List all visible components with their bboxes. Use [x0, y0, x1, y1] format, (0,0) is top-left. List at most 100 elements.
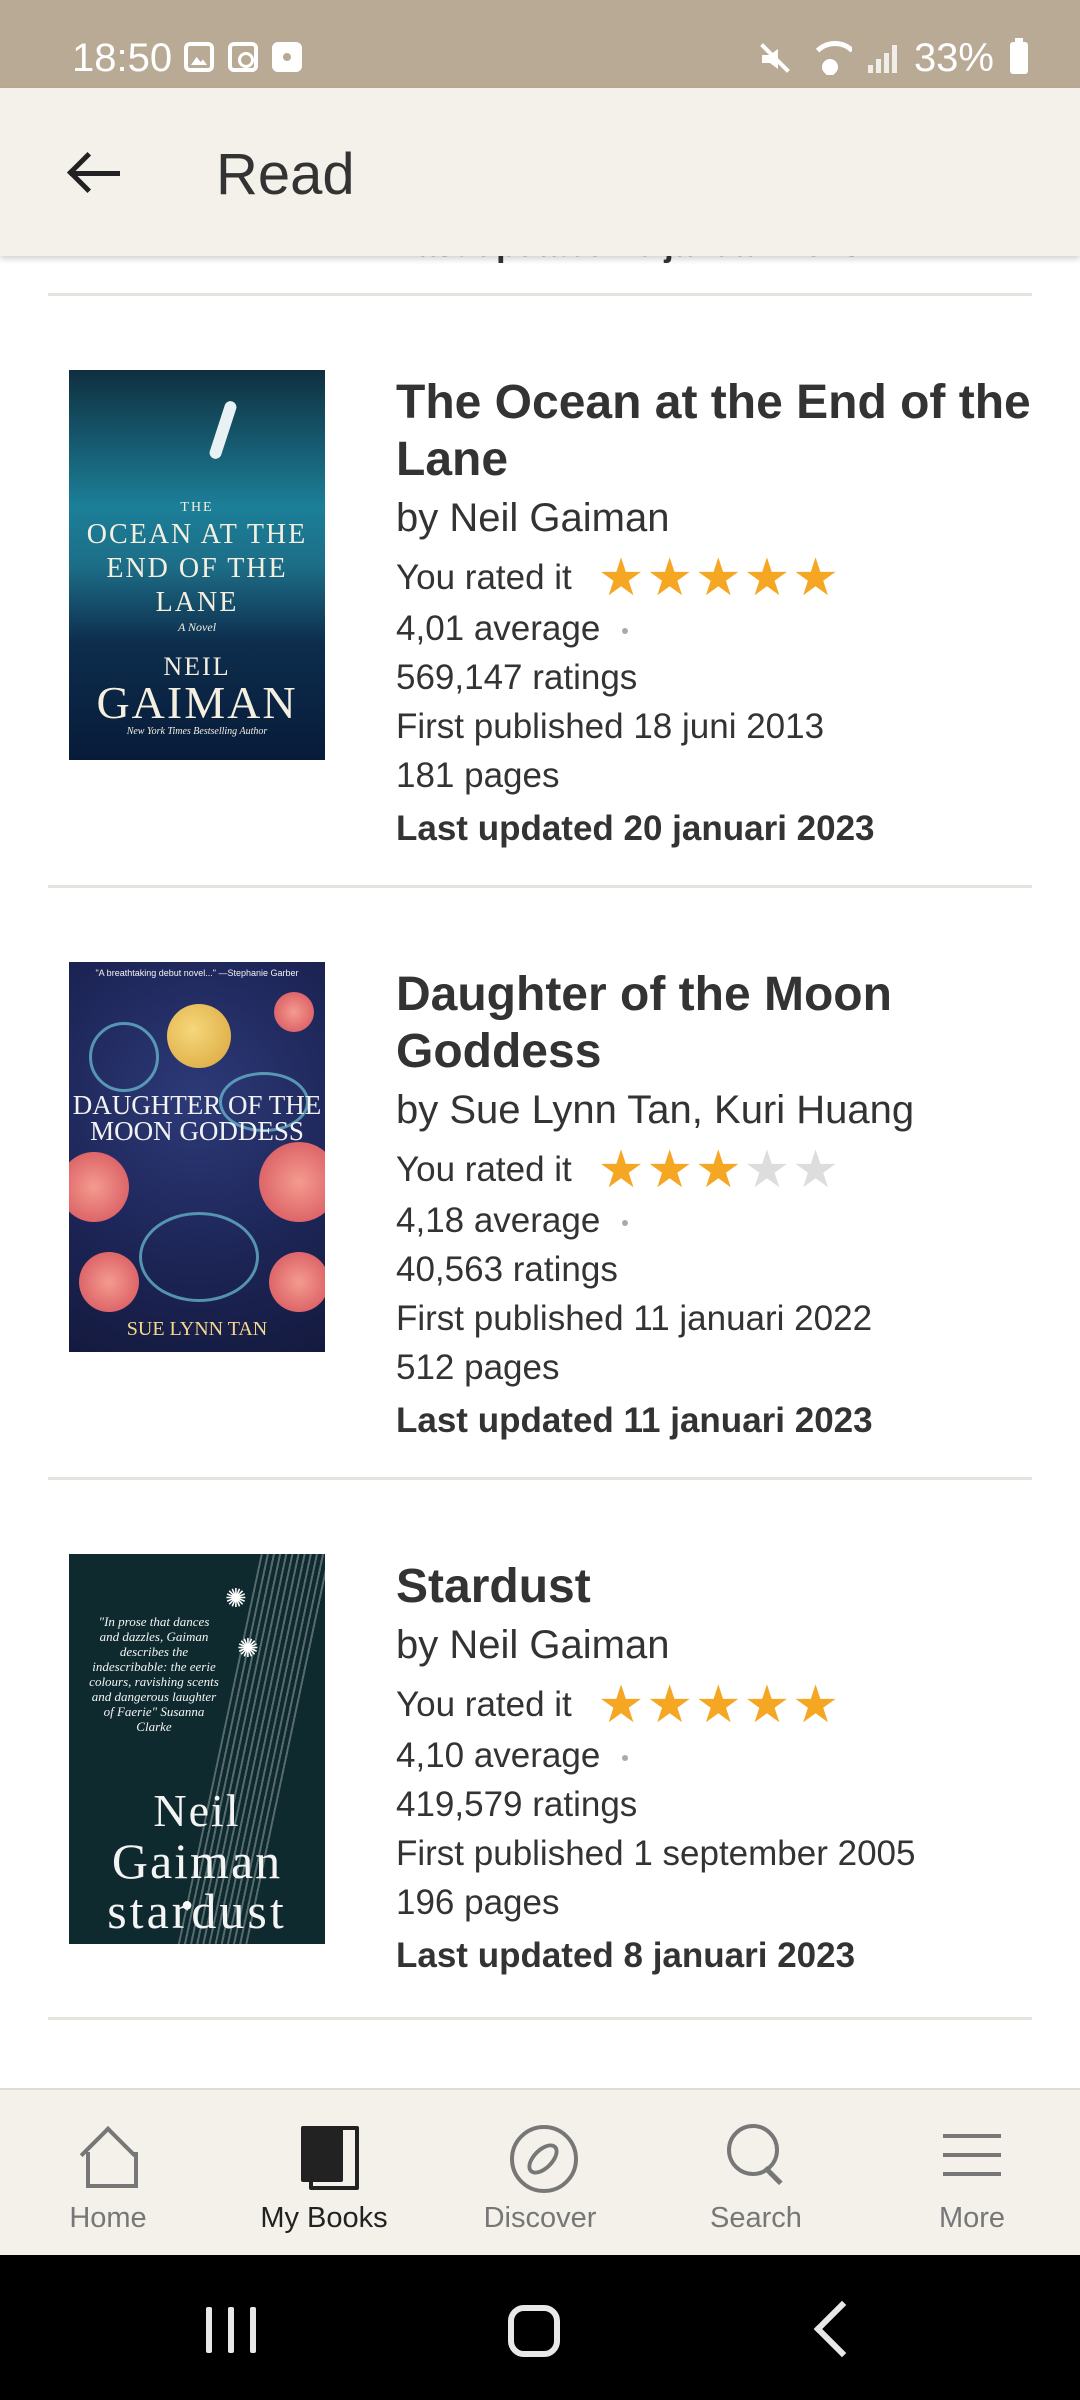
- book-row[interactable]: THE OCEAN AT THE END OF THE LANE A Novel…: [0, 370, 1080, 850]
- cover-text: New York Times Bestselling Author: [126, 726, 268, 737]
- battery-percent: 33%: [913, 36, 994, 80]
- book-row[interactable]: "A breathtaking debut novel..." —Stephan…: [0, 962, 1080, 1442]
- nav-label: Home: [69, 2202, 147, 2234]
- average-text: 4,18 average: [396, 1201, 601, 1240]
- average-text: 4,01 average: [396, 609, 601, 648]
- user-rating: You rated it ★ ★ ★ ★ ★: [396, 1144, 1036, 1196]
- home-icon: [75, 2122, 141, 2188]
- mute-icon: [758, 41, 792, 75]
- divider: [48, 293, 1032, 296]
- star-filled-icon[interactable]: ★: [744, 1679, 791, 1731]
- book-cover[interactable]: "A breathtaking debut novel..." —Stephan…: [69, 962, 325, 1352]
- star-rating[interactable]: ★ ★ ★ ★ ★: [598, 552, 839, 604]
- book-cover[interactable]: ✺ ✺ ● "In prose that dances and dazzles,…: [69, 1554, 325, 1944]
- system-navigation-bar: [0, 2255, 1080, 2400]
- battery-icon: [1010, 38, 1028, 74]
- instagram-icon: [228, 42, 258, 72]
- cover-moon: [167, 1004, 231, 1068]
- book-title[interactable]: The Ocean at the End of the Lane: [396, 374, 1036, 488]
- user-rating: You rated it ★ ★ ★ ★ ★: [396, 552, 1036, 604]
- book-author[interactable]: by Neil Gaiman: [396, 1621, 1036, 1669]
- rated-label: You rated it: [396, 558, 572, 597]
- book-row[interactable]: ✺ ✺ ● "In prose that dances and dazzles,…: [0, 1554, 1080, 2034]
- system-back-button[interactable]: [813, 2300, 871, 2358]
- ratings-count: 569,147 ratings: [396, 658, 638, 697]
- book-title[interactable]: Stardust: [396, 1558, 1036, 1615]
- cover-flower: [79, 1252, 139, 1312]
- cover-decoration: [89, 1022, 159, 1092]
- cover-flower: [69, 1152, 129, 1222]
- divider: [48, 2017, 1032, 2020]
- book-author[interactable]: by Sue Lynn Tan, Kuri Huang: [396, 1086, 1036, 1134]
- previous-item-last-updated: Last updated 29 januari 2023: [396, 256, 861, 265]
- book-info: Daughter of the Moon Goddess by Sue Lynn…: [396, 966, 1036, 1445]
- page-count: 181 pages: [396, 756, 560, 795]
- separator-dot: [622, 627, 629, 634]
- page-count: 512 pages: [396, 1348, 560, 1387]
- star-filled-icon[interactable]: ★: [695, 1144, 742, 1196]
- cover-text: A Novel: [177, 620, 217, 634]
- book-list[interactable]: Last updated 29 januari 2023 THE OCEAN A…: [0, 256, 1080, 2088]
- nav-my-books[interactable]: My Books: [216, 2090, 432, 2255]
- back-button[interactable]: [52, 138, 138, 208]
- nav-search[interactable]: Search: [648, 2090, 864, 2255]
- notification-icons: [184, 42, 302, 72]
- star-filled-icon[interactable]: ★: [598, 552, 645, 604]
- nav-label: More: [938, 2202, 1006, 2234]
- page-title: Read: [216, 142, 355, 207]
- star-empty-icon[interactable]: ★: [744, 1144, 791, 1196]
- gallery-icon: [184, 42, 214, 72]
- cover-text: stardust: [107, 1883, 287, 1939]
- star-filled-icon[interactable]: ★: [695, 1679, 742, 1731]
- book-title[interactable]: Daughter of the Moon Goddess: [396, 966, 1036, 1080]
- system-status-icons: 33%: [758, 34, 1028, 82]
- nav-home[interactable]: Home: [0, 2090, 216, 2255]
- cover-flower: [269, 1252, 325, 1312]
- star-filled-icon[interactable]: ★: [744, 552, 791, 604]
- star-filled-icon[interactable]: ★: [598, 1679, 645, 1731]
- rated-label: You rated it: [396, 1685, 572, 1724]
- my-books-icon: [291, 2122, 359, 2190]
- ratings-count: 419,579 ratings: [396, 1785, 638, 1824]
- nav-discover[interactable]: Discover: [432, 2090, 648, 2255]
- average-rating: 4,01 average: [396, 604, 1036, 653]
- last-updated: Last updated 8 januari 2023: [396, 1936, 856, 1975]
- average-rating: 4,18 average: [396, 1196, 1036, 1245]
- star-filled-icon[interactable]: ★: [646, 552, 693, 604]
- first-published: First published 18 juni 2013: [396, 707, 825, 746]
- cover-flower: [274, 992, 314, 1032]
- star-filled-icon[interactable]: ★: [792, 1679, 839, 1731]
- status-bar: 18:50 33%: [0, 0, 1080, 88]
- star-filled-icon[interactable]: ★: [792, 552, 839, 604]
- home-button[interactable]: [508, 2305, 560, 2357]
- star-filled-icon[interactable]: ★: [695, 552, 742, 604]
- rated-label: You rated it: [396, 1150, 572, 1189]
- sparkle-icon: ✺: [237, 1634, 259, 1663]
- nav-more[interactable]: More: [864, 2090, 1080, 2255]
- sparkle-icon: ✺: [225, 1584, 247, 1613]
- app-notification-icon: [272, 42, 302, 72]
- menu-icon: [939, 2122, 1005, 2188]
- star-filled-icon[interactable]: ★: [598, 1144, 645, 1196]
- divider: [48, 1477, 1032, 1480]
- star-filled-icon[interactable]: ★: [646, 1679, 693, 1731]
- cover-text: Neil: [153, 1785, 241, 1836]
- star-filled-icon[interactable]: ★: [646, 1144, 693, 1196]
- book-info: Stardust by Neil Gaiman You rated it ★ ★ ★…: [396, 1558, 1036, 1980]
- recents-button[interactable]: [206, 2307, 256, 2353]
- star-empty-icon[interactable]: ★: [792, 1144, 839, 1196]
- signal-icon: [867, 43, 898, 73]
- cover-text: DAUGHTER OF THE MOON GODDESS: [72, 1090, 322, 1146]
- cover-text: "In prose that dances and dazzles, Gaima…: [89, 1614, 219, 1734]
- book-info: The Ocean at the End of the Lane by Neil…: [396, 374, 1036, 853]
- cover-swimmer-figure: [208, 399, 238, 461]
- star-rating[interactable]: ★ ★ ★ ★ ★: [598, 1679, 839, 1731]
- wifi-icon: [807, 41, 852, 75]
- separator-dot: [622, 1754, 629, 1761]
- first-published: First published 11 januari 2022: [396, 1299, 873, 1338]
- cover-flower: [259, 1142, 325, 1222]
- last-updated: Last updated 20 januari 2023: [396, 809, 875, 848]
- star-rating[interactable]: ★ ★ ★ ★ ★: [598, 1144, 839, 1196]
- book-author[interactable]: by Neil Gaiman: [396, 494, 1036, 542]
- book-cover[interactable]: THE OCEAN AT THE END OF THE LANE A Novel…: [69, 370, 325, 760]
